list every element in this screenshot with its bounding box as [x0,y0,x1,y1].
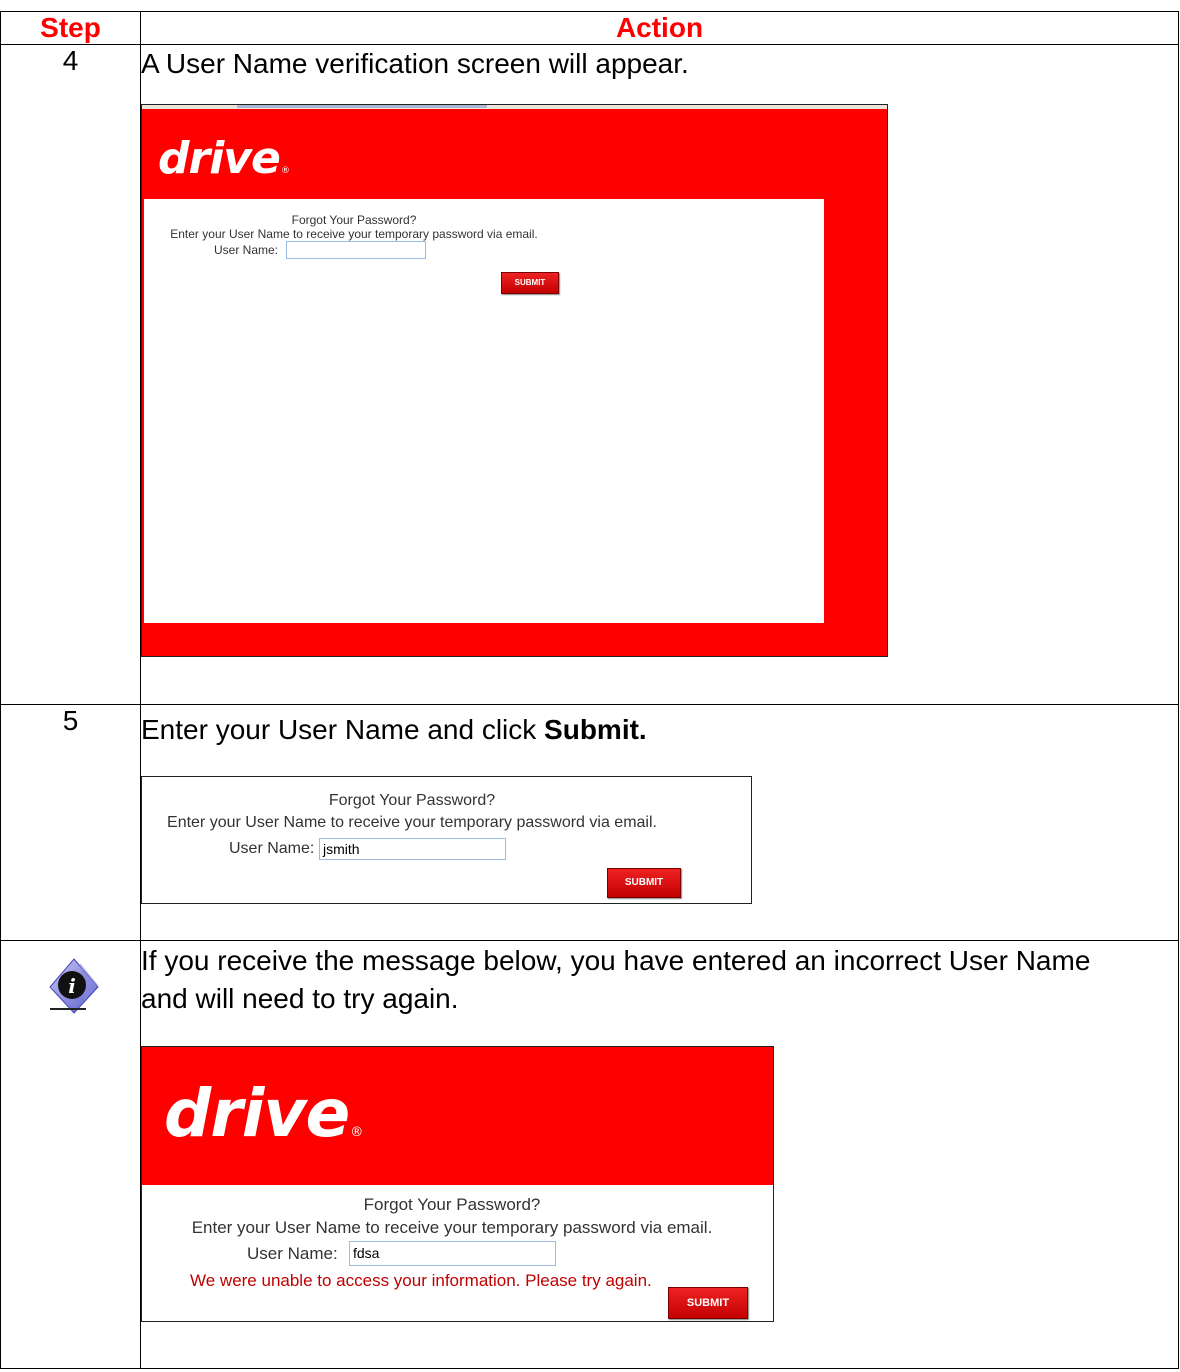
form-prompt: Enter your User Name to receive your tem… [167,814,657,831]
forgot-password-form: Forgot Your Password? Enter your User Na… [142,1185,762,1319]
submit-emphasis: Submit. [544,714,647,745]
action-cell: Enter your User Name and click Submit. F… [140,704,1179,941]
submit-button[interactable]: SUBMIT [668,1287,748,1319]
form-panel: Forgot Your Password? Enter your User Na… [144,199,824,623]
step-row-5: 5 Enter your User Name and click Submit.… [0,704,1179,941]
drive-logo: drive® [158,133,290,184]
form-heading: Forgot Your Password? [291,213,417,227]
user-name-label: User Name: [214,243,279,257]
user-name-label: User Name: [229,840,315,857]
error-message: We were unable to access your informatio… [190,1271,652,1290]
form-prompt: Enter your User Name to receive your tem… [170,227,538,241]
submit-button[interactable]: SUBMIT [607,868,681,898]
info-message: If you receive the message below, you ha… [141,945,1091,1014]
form-heading: Forgot Your Password? [363,1195,541,1214]
table-header-row: Step Action [0,11,1179,45]
screenshot-error-message: drive® Forgot Your Password? Enter your … [141,1046,774,1322]
brand-header: drive® [142,1047,773,1185]
action-header: Action [140,11,1179,45]
user-name-input[interactable]: fdsa [349,1241,556,1266]
form-heading: Forgot Your Password? [328,792,496,809]
action-cell: A User Name verification screen will app… [140,44,1179,705]
submit-button[interactable]: SUBMIT [501,272,559,294]
info-icon: i [49,958,99,1014]
action-cell: If you receive the message below, you ha… [140,940,1179,1369]
form-prompt: Enter your User Name to receive your tem… [191,1218,713,1237]
info-icon-cell: i [0,940,141,1369]
screenshot-verification-screen: drive® Forgot Your Password? Enter your … [141,104,888,657]
user-name-label: User Name: [247,1244,338,1263]
step-number: 4 [0,44,141,705]
step-instruction: A User Name verification screen will app… [141,48,689,79]
forgot-password-form: Forgot Your Password? Enter your User Na… [142,777,682,898]
forgot-password-form: Forgot Your Password? Enter your User Na… [144,199,564,299]
step-header: Step [0,11,141,45]
step-row-4: 4 A User Name verification screen will a… [0,44,1179,705]
step-instruction: Enter your User Name and click Submit. [141,714,647,745]
user-name-input[interactable] [286,241,426,259]
svg-text:i: i [68,974,76,998]
drive-logo: drive® [164,1075,363,1152]
step-number: 5 [0,704,141,941]
user-name-input[interactable]: jsmith [319,838,506,860]
steps-table: Step Action 4 A User Name verification s… [0,11,1179,1369]
info-row: i If you receive the message below, you … [0,940,1179,1369]
screenshot-entered-username: Forgot Your Password? Enter your User Na… [141,776,752,904]
